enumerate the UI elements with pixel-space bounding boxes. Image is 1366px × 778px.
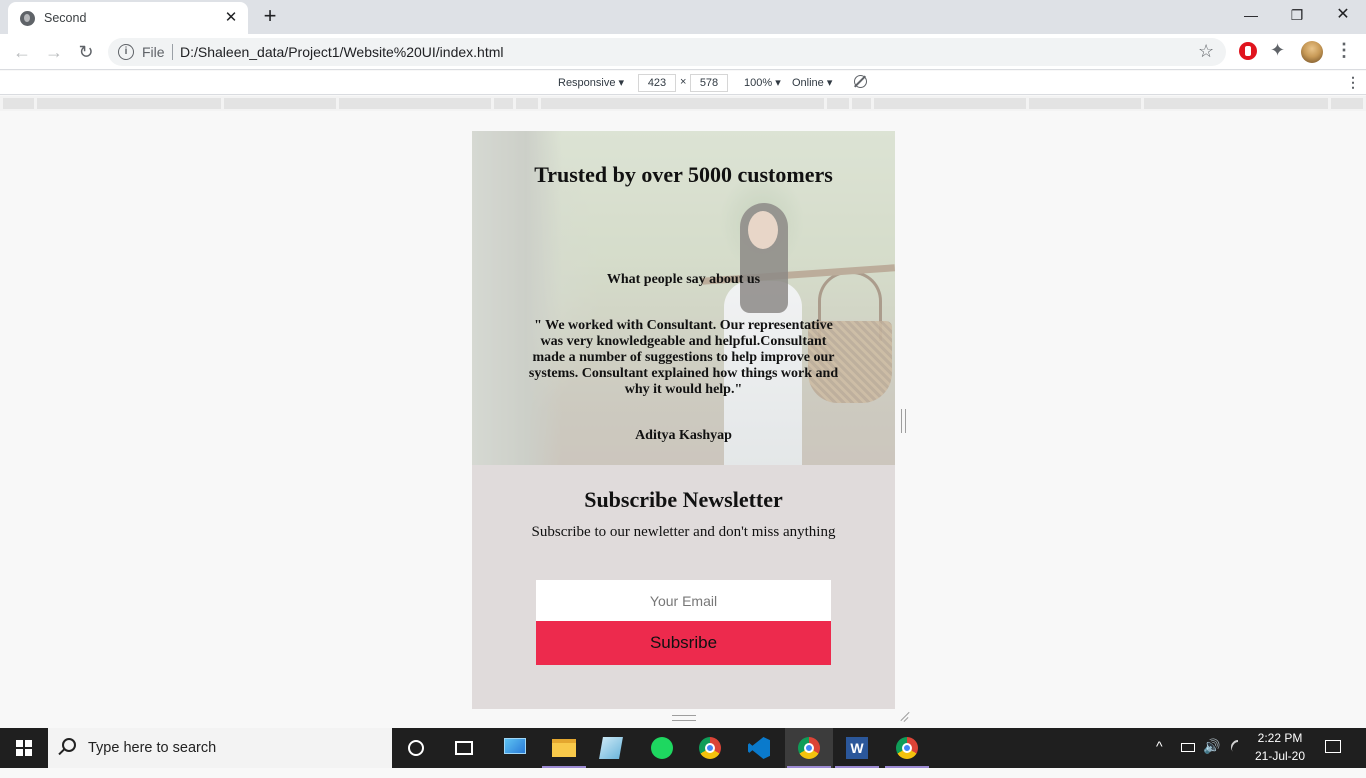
taskbar: Type here to search W ^ 🔊 2:22 PM 21-Jul (0, 728, 1366, 768)
media-query-segment[interactable] (3, 98, 34, 109)
device-more-icon[interactable]: ⋮ (1346, 74, 1360, 91)
task-view-icon (455, 741, 473, 755)
testimonial-subheading: What people say about us (606, 272, 761, 287)
adblock-icon[interactable] (1239, 42, 1257, 60)
file-explorer-icon (552, 739, 576, 757)
tab-strip: Second ✕ + — ❐ ✕ (0, 0, 1366, 34)
media-query-segment[interactable] (1331, 98, 1363, 109)
media-query-segment[interactable] (339, 98, 491, 109)
avatar[interactable] (1301, 41, 1323, 63)
star-icon[interactable]: ☆ (1198, 41, 1214, 62)
reload-button[interactable]: ↻ (74, 40, 98, 64)
device-mode-select[interactable]: Responsive ▾ (558, 76, 624, 89)
puzzle-icon[interactable]: ✦ (1270, 40, 1285, 61)
email-field[interactable] (536, 580, 831, 621)
media-query-bar (0, 96, 1366, 111)
forward-button[interactable]: → (42, 40, 66, 64)
close-tab-button[interactable]: ✕ (222, 9, 240, 27)
height-input[interactable]: 578 (690, 74, 728, 92)
clock-time[interactable]: 2:22 PM (1250, 731, 1310, 745)
device-toolbar: Responsive ▾ 423 × 578 100% ▾ Online ▾ ⋮ (0, 71, 1366, 95)
viewport-resize-handle-right[interactable] (901, 409, 906, 433)
media-query-segment[interactable] (37, 98, 221, 109)
media-query-segment[interactable] (516, 98, 538, 109)
media-query-segment[interactable] (874, 98, 1026, 109)
newsletter-section: Subscribe Newsletter Subscribe to our ne… (472, 465, 895, 709)
zoom-select[interactable]: 100% ▾ (744, 76, 781, 89)
task-view-button[interactable] (440, 728, 488, 768)
tab-second[interactable]: Second ✕ (8, 2, 248, 34)
show-hidden-icons-icon[interactable]: ^ (1156, 738, 1163, 778)
taskbar-spotify[interactable] (638, 728, 686, 768)
network-throttle-select[interactable]: Online ▾ (792, 76, 832, 89)
restore-button[interactable]: ❐ (1274, 0, 1320, 30)
word-icon: W (846, 737, 868, 759)
chrome-icon-2 (896, 737, 918, 759)
app-icon (599, 737, 623, 759)
new-tab-button[interactable]: + (258, 4, 282, 28)
chrome-icon (699, 737, 721, 759)
minimize-button[interactable]: — (1228, 0, 1274, 30)
chrome-active-icon (798, 737, 820, 759)
close-window-button[interactable]: ✕ (1320, 0, 1366, 30)
taskbar-this-pc[interactable] (492, 728, 540, 768)
media-query-segment[interactable] (494, 98, 513, 109)
testimonial-quote: " We worked with Consultant. Our represe… (528, 318, 839, 397)
dimension-times: × (680, 76, 687, 88)
media-query-segment[interactable] (827, 98, 849, 109)
newsletter-description: Subscribe to our newletter and don't mis… (531, 524, 836, 540)
viewport-resize-handle-corner[interactable] (897, 711, 909, 723)
cortana-button[interactable] (392, 728, 440, 768)
back-button[interactable]: ← (10, 40, 34, 64)
emulated-viewport: Trusted by over 5000 customers What peop… (472, 131, 895, 709)
media-query-segment[interactable] (224, 98, 336, 109)
viewport-resize-handle-bottom[interactable] (672, 715, 696, 721)
testimonial-section: Trusted by over 5000 customers What peop… (472, 131, 895, 465)
globe-icon (20, 11, 35, 26)
wifi-icon[interactable] (1228, 737, 1248, 757)
media-query-segment[interactable] (1144, 98, 1328, 109)
start-button[interactable] (0, 728, 48, 768)
address-bar[interactable]: i File D:/Shaleen_data/Project1/Website%… (108, 38, 1226, 66)
cortana-icon (408, 740, 424, 756)
testimonial-author: Aditya Kashyap (635, 428, 732, 443)
taskbar-file-explorer[interactable] (540, 728, 588, 768)
info-icon[interactable]: i (118, 44, 134, 60)
spotify-icon (651, 737, 673, 759)
taskbar-word[interactable]: W (833, 728, 881, 768)
url-text[interactable]: D:/Shaleen_data/Project1/Website%20UI/in… (180, 44, 503, 60)
subscribe-button[interactable]: Subsribe (536, 621, 831, 665)
search-placeholder: Type here to search (88, 740, 217, 756)
rotate-icon[interactable] (854, 75, 867, 88)
width-input[interactable]: 423 (638, 74, 676, 92)
battery-icon[interactable] (1181, 743, 1195, 752)
taskbar-chrome[interactable] (686, 728, 734, 768)
taskbar-app[interactable] (588, 728, 636, 768)
clock-date[interactable]: 21-Jul-20 (1250, 749, 1310, 763)
omnibox-divider (172, 44, 173, 60)
taskbar-search[interactable]: Type here to search (48, 728, 392, 768)
tab-title: Second (44, 11, 87, 25)
vscode-icon (748, 737, 770, 759)
media-query-segment[interactable] (541, 98, 824, 109)
notification-icon[interactable] (1325, 740, 1341, 753)
browser-toolbar: ← → ↻ i File D:/Shaleen_data/Project1/We… (0, 34, 1366, 70)
media-query-segment[interactable] (1029, 98, 1141, 109)
taskbar-vscode[interactable] (735, 728, 783, 768)
newsletter-heading: Subscribe Newsletter (584, 487, 783, 512)
more-icon[interactable]: ⋮ (1335, 40, 1353, 61)
search-icon (62, 738, 76, 752)
windows-logo-icon (16, 740, 32, 756)
volume-icon[interactable]: 🔊 (1203, 738, 1220, 755)
taskbar-chrome-active[interactable] (785, 728, 833, 768)
scheme-label: File (142, 44, 165, 60)
this-pc-icon (504, 738, 526, 754)
testimonial-heading: Trusted by over 5000 customers (534, 162, 833, 187)
taskbar-chrome-2[interactable] (883, 728, 931, 768)
media-query-segment[interactable] (852, 98, 871, 109)
